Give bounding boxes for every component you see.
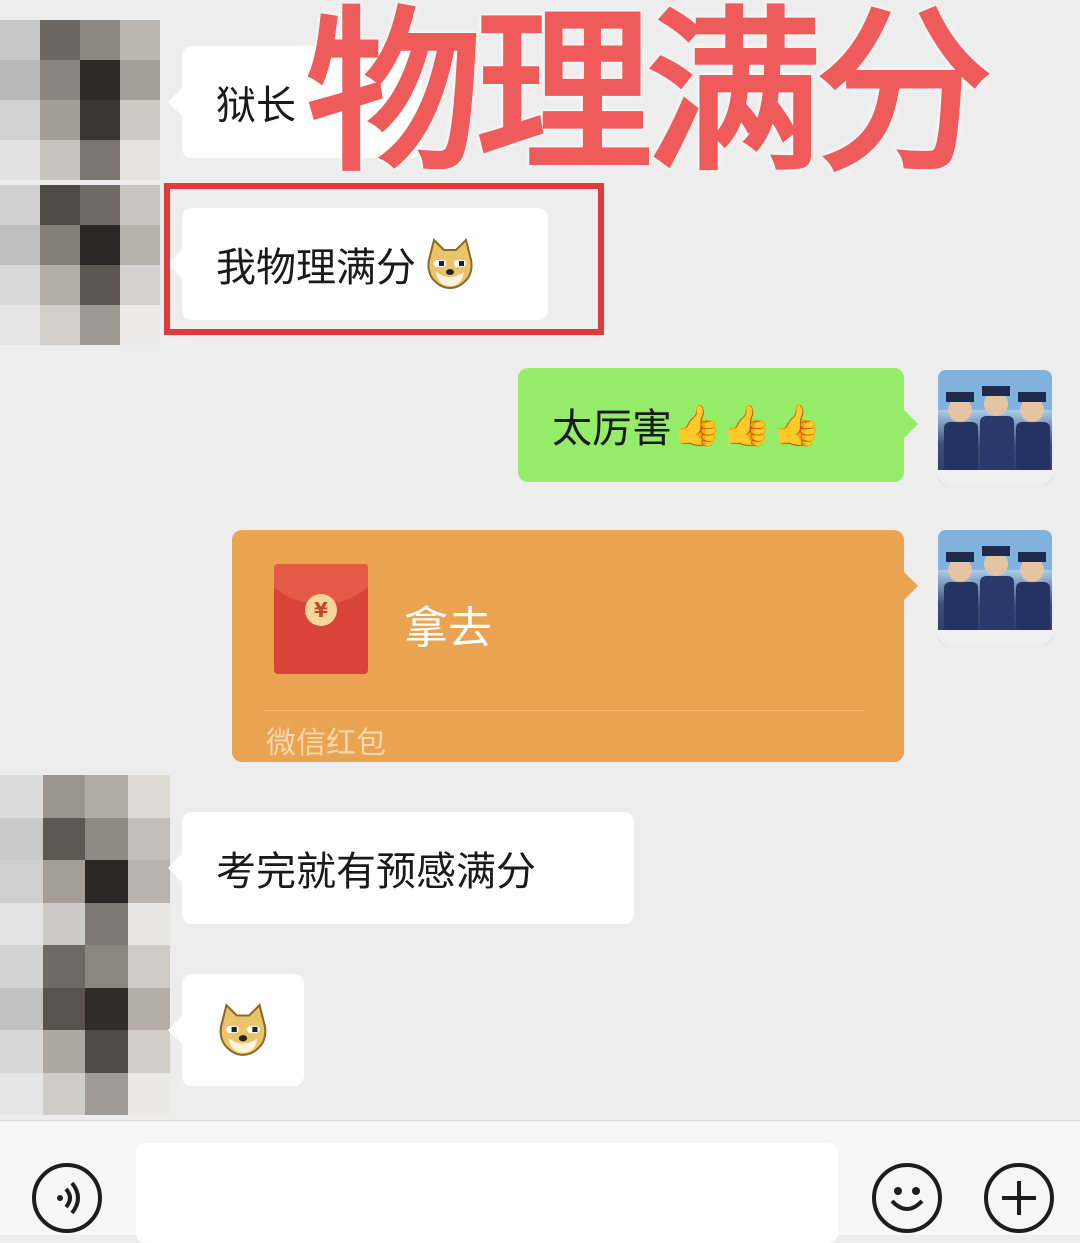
contact-avatar-3[interactable] <box>0 775 170 945</box>
thumbs-up-icon: 👍 <box>721 402 772 449</box>
chat-area: 狱长 我物理满分 太厉害 👍 👍 👍 ¥ 拿去 微信红包 考完就有预感满分 物理… <box>0 0 1080 1120</box>
contact-avatar-2[interactable] <box>0 185 160 345</box>
avatar-photo-icon <box>938 530 1052 644</box>
self-avatar-1[interactable] <box>938 370 1052 484</box>
thumbs-up-icon: 👍 <box>771 402 822 449</box>
smiley-icon[interactable] <box>872 1163 942 1233</box>
highlight-box <box>164 183 604 335</box>
message-bubble-5[interactable]: 考完就有预感满分 <box>168 812 634 924</box>
contact-avatar-4[interactable] <box>0 945 170 1115</box>
doge-emoji-icon <box>219 1003 267 1056</box>
thumbs-up-icon: 👍 <box>672 402 722 449</box>
message-text: 狱长 <box>216 83 296 129</box>
voice-icon[interactable] <box>32 1163 102 1233</box>
avatar-photo-icon <box>938 370 1052 484</box>
message-bubble-3[interactable]: 太厉害 👍 👍 👍 <box>518 368 918 482</box>
red-packet-label: 微信红包 <box>266 726 386 761</box>
red-packet-title: 拿去 <box>404 603 492 654</box>
red-packet-icon: ¥ <box>274 564 368 674</box>
message-text: 考完就有预感满分 <box>216 849 536 895</box>
plus-icon[interactable] <box>984 1163 1054 1233</box>
red-packet-message[interactable]: ¥ 拿去 微信红包 <box>232 530 918 762</box>
self-avatar-2[interactable] <box>938 530 1052 644</box>
input-bar <box>0 1120 1080 1243</box>
contact-avatar-1[interactable] <box>0 20 160 180</box>
message-text: 太厉害 <box>552 406 672 452</box>
overlay-title: 物理满分 <box>306 0 992 196</box>
message-input[interactable] <box>136 1143 838 1243</box>
red-packet-divider <box>264 710 864 711</box>
message-bubble-6[interactable] <box>168 974 304 1086</box>
